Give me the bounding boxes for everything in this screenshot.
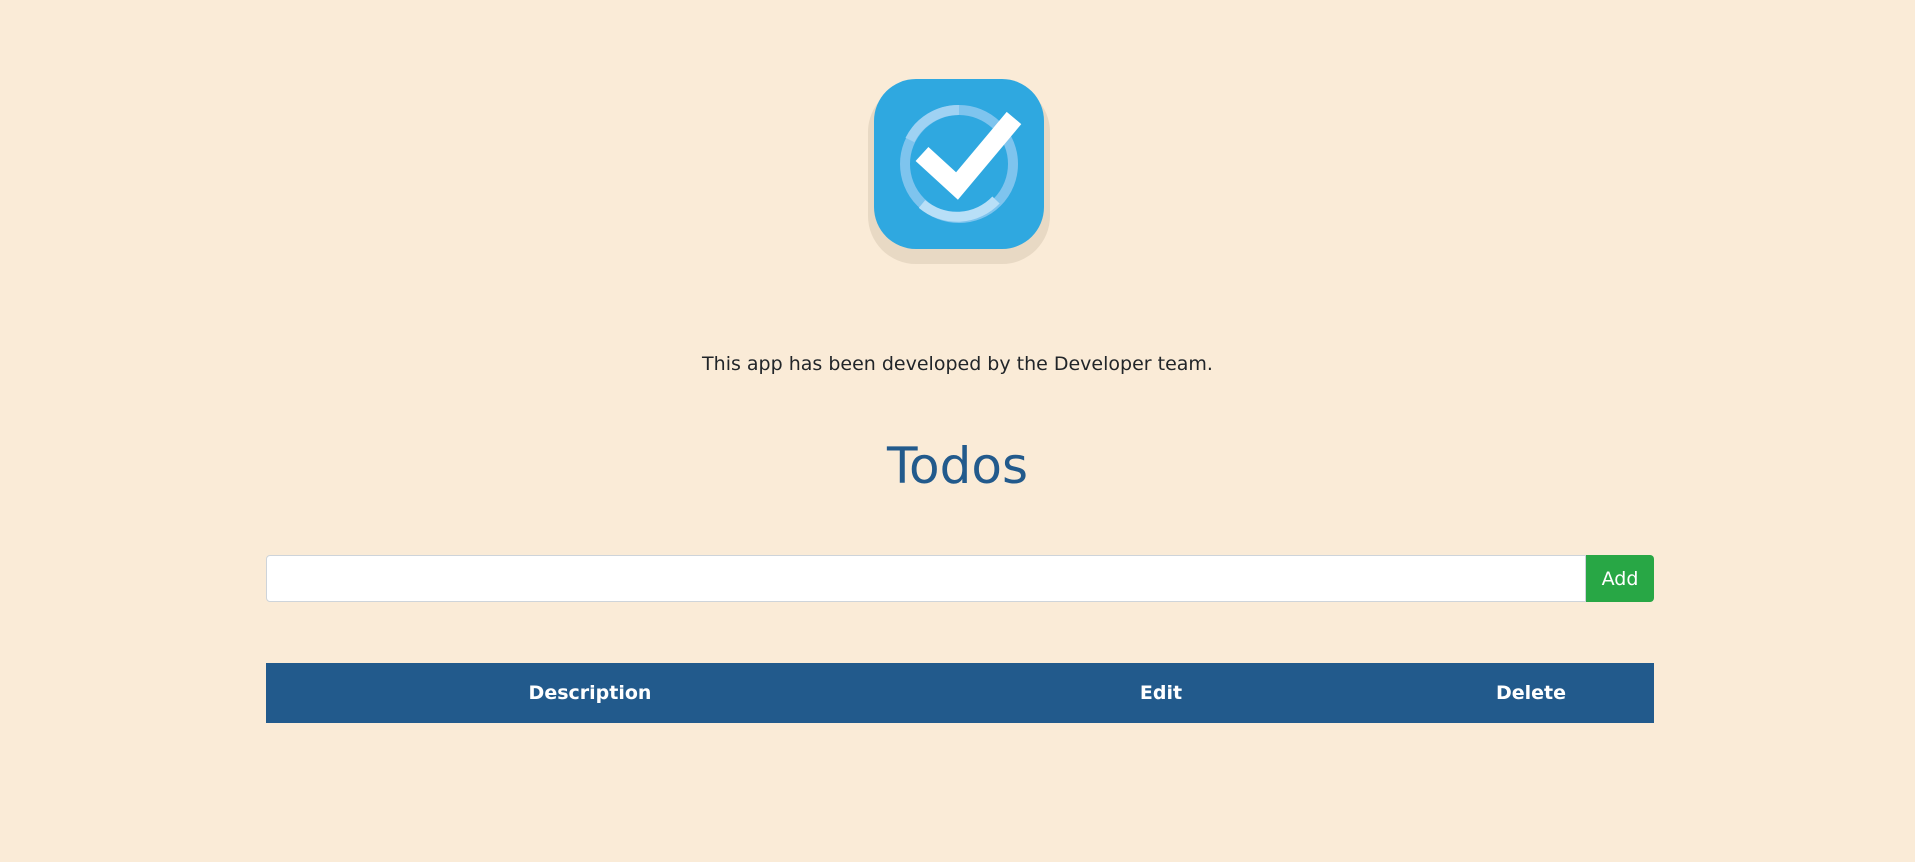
table-header: Description Edit Delete [266,663,1654,723]
page: This app has been developed by the Devel… [0,0,1915,862]
todo-table: Description Edit Delete [266,663,1654,723]
add-button[interactable]: Add [1586,555,1654,602]
column-header-description: Description [266,663,914,723]
add-todo-form: Add [266,555,1654,602]
developer-credit: This app has been developed by the Devel… [702,353,1213,375]
todo-input[interactable] [266,555,1586,602]
column-header-edit: Edit [914,663,1408,723]
page-title: Todos [886,437,1028,495]
column-header-delete: Delete [1408,663,1654,723]
table-header-row: Description Edit Delete [266,663,1654,723]
checkmark-circle-icon [868,79,1050,264]
app-logo [866,76,1052,268]
